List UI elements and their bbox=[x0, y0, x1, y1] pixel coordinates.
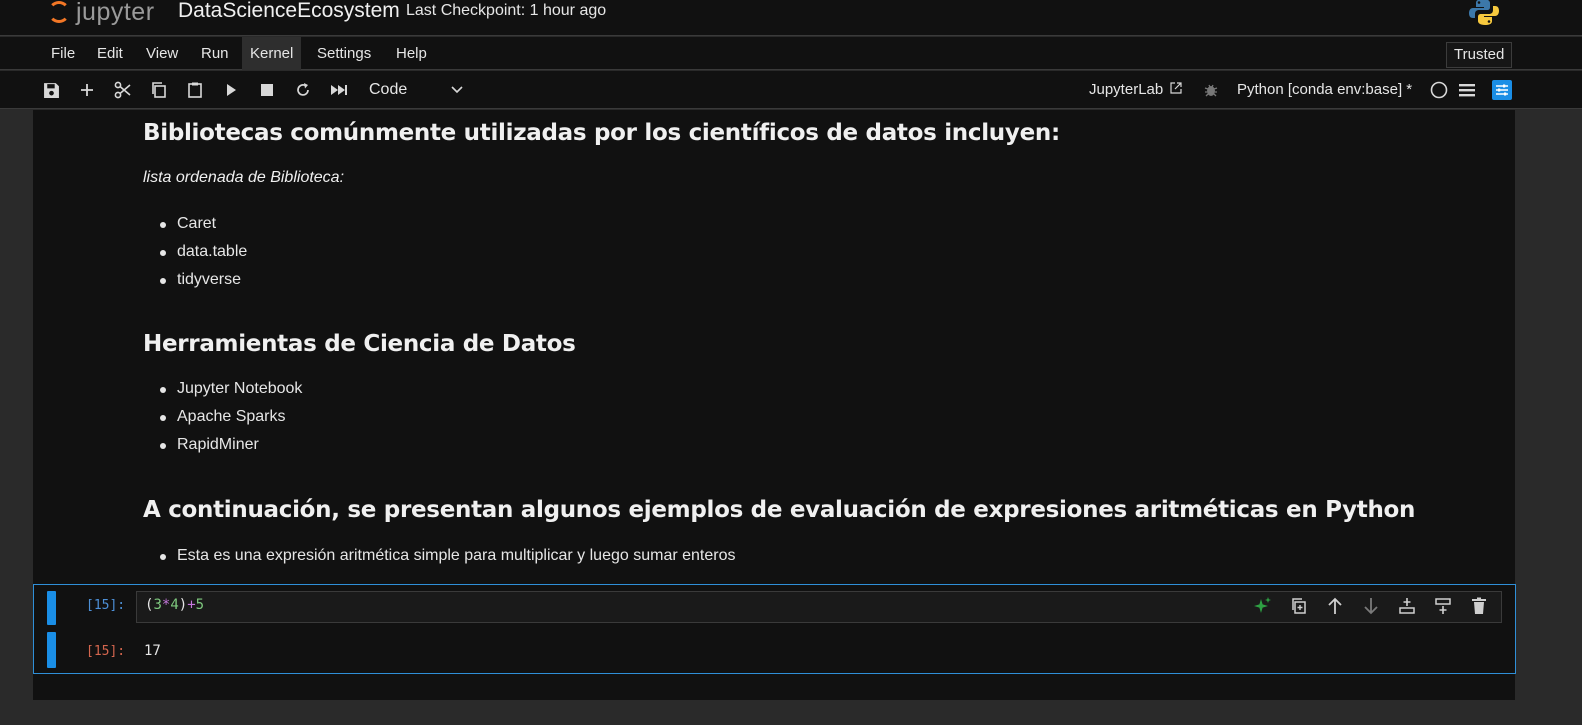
menu-view[interactable]: View bbox=[138, 37, 186, 70]
external-link-icon bbox=[1170, 82, 1182, 94]
code-operator: + bbox=[187, 597, 196, 613]
libraries-list: Caret data.table tidyverse bbox=[159, 210, 247, 294]
output-prompt: [15]: bbox=[86, 644, 126, 659]
section-heading-tools: Herramientas de Ciencia de Datos bbox=[143, 331, 576, 357]
section-heading-arithmetic: A continuación, se presentan algunos eje… bbox=[143, 497, 1416, 523]
code-number: 3 bbox=[153, 597, 162, 613]
input-prompt: [15]: bbox=[86, 598, 126, 613]
notebook-title[interactable]: DataScienceEcosystem bbox=[178, 0, 400, 23]
jupyterlab-link-label: JupyterLab bbox=[1089, 81, 1164, 98]
code-number: 4 bbox=[170, 597, 179, 613]
python-kernel-icon bbox=[1469, 0, 1499, 25]
paste-icon[interactable] bbox=[185, 80, 205, 100]
menu-run[interactable]: Run bbox=[193, 37, 237, 70]
list-item: Jupyter Notebook bbox=[159, 375, 302, 403]
code-line: (3*4)+5 bbox=[145, 597, 204, 613]
jupyter-logo-icon bbox=[48, 1, 70, 23]
list-item: data.table bbox=[159, 238, 247, 266]
menu-edit[interactable]: Edit bbox=[89, 37, 131, 70]
run-icon[interactable] bbox=[221, 80, 241, 100]
menu-help[interactable]: Help bbox=[388, 37, 435, 70]
list-item: Esta es una expresión aritmética simple … bbox=[159, 542, 735, 570]
stop-icon[interactable] bbox=[257, 80, 277, 100]
move-down-icon[interactable] bbox=[1360, 595, 1382, 617]
copy-icon[interactable] bbox=[149, 80, 169, 100]
libraries-subtitle: lista ordenada de Biblioteca: bbox=[143, 169, 345, 186]
menu-lines-icon[interactable] bbox=[1457, 80, 1477, 100]
code-number: 5 bbox=[195, 597, 205, 613]
run-all-icon[interactable] bbox=[329, 80, 349, 100]
add-cell-icon[interactable] bbox=[77, 80, 97, 100]
list-item: tidyverse bbox=[159, 266, 247, 294]
jupyter-logo-text: jupyter bbox=[76, 0, 155, 26]
move-up-icon[interactable] bbox=[1324, 595, 1346, 617]
insert-below-icon[interactable] bbox=[1432, 595, 1454, 617]
save-icon[interactable] bbox=[41, 80, 61, 100]
insert-above-icon[interactable] bbox=[1396, 595, 1418, 617]
delete-cell-icon[interactable] bbox=[1468, 595, 1490, 617]
duplicate-cell-icon[interactable] bbox=[1288, 595, 1310, 617]
list-item: Caret bbox=[159, 210, 247, 238]
open-jupyterlab-link[interactable]: JupyterLab bbox=[1089, 81, 1182, 98]
menu-kernel[interactable]: Kernel bbox=[242, 37, 302, 70]
code-cell-active[interactable]: [15]: (3*4)+5 [15]: 17 bbox=[33, 584, 1516, 674]
top-bar: jupyter DataScienceEcosystem Last Checkp… bbox=[0, 0, 1582, 36]
restart-icon[interactable] bbox=[293, 80, 313, 100]
output-collapser[interactable] bbox=[47, 632, 56, 668]
list-item: Apache Sparks bbox=[159, 403, 302, 431]
chevron-down-icon[interactable] bbox=[450, 80, 464, 98]
property-inspector-icon[interactable] bbox=[1492, 80, 1512, 100]
code-paren: ) bbox=[178, 597, 188, 613]
list-item: RapidMiner bbox=[159, 431, 302, 459]
menu-file[interactable]: File bbox=[43, 37, 83, 70]
input-collapser[interactable] bbox=[47, 591, 56, 625]
last-checkpoint: Last Checkpoint: 1 hour ago bbox=[406, 2, 607, 19]
cut-icon[interactable] bbox=[113, 80, 133, 100]
menu-settings[interactable]: Settings bbox=[309, 37, 379, 70]
jupyter-logo[interactable]: jupyter bbox=[48, 0, 155, 28]
cell-type-select[interactable]: Code bbox=[369, 81, 407, 99]
debugger-icon[interactable] bbox=[1201, 80, 1221, 100]
tools-list: Jupyter Notebook Apache Sparks RapidMine… bbox=[159, 375, 302, 459]
notebook-toolbar: Code JupyterLab Python [conda env:base] … bbox=[0, 71, 1582, 109]
kernel-status-icon bbox=[1429, 80, 1449, 100]
kernel-name[interactable]: Python [conda env:base] * bbox=[1237, 81, 1412, 98]
cell-output: 17 bbox=[144, 643, 161, 659]
ai-sparkle-icon[interactable] bbox=[1252, 595, 1274, 617]
arithmetic-list: Esta es una expresión aritmética simple … bbox=[159, 542, 735, 570]
trusted-indicator[interactable]: Trusted bbox=[1446, 42, 1513, 68]
menu-bar: File Edit View Run Kernel Settings Help … bbox=[0, 37, 1582, 70]
section-heading-libraries: Bibliotecas comúnmente utilizadas por lo… bbox=[143, 120, 1060, 146]
